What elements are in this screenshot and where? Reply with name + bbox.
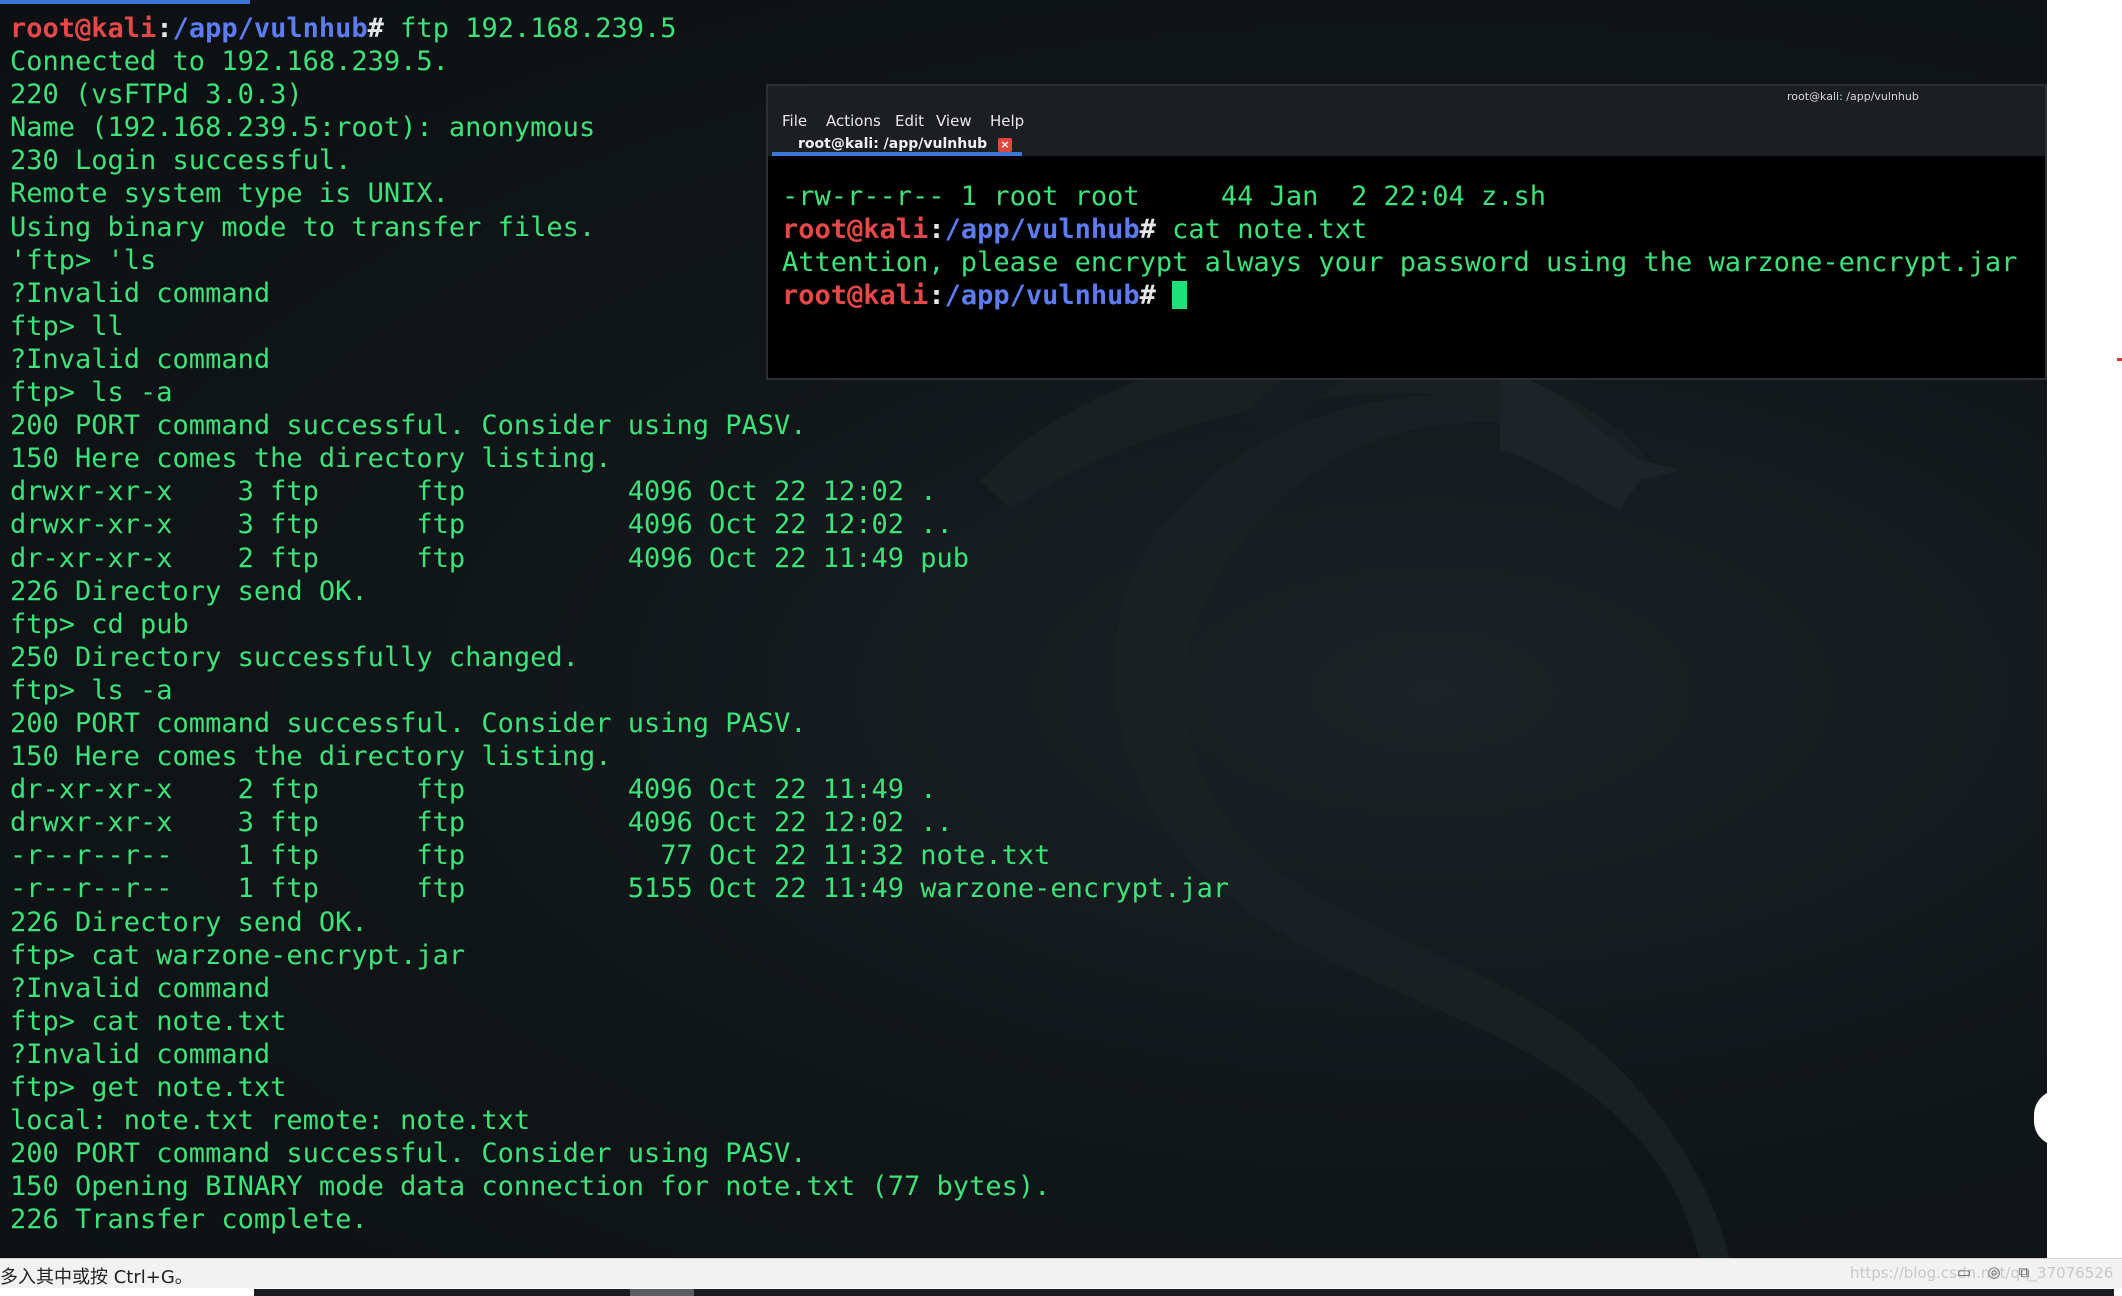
- output-line: 200 PORT command successful. Consider us…: [10, 1138, 807, 1170]
- output-line: 226 Directory send OK.: [10, 906, 368, 938]
- prompt-separator: :: [928, 280, 945, 312]
- output-line: Connected to 192.168.239.5.: [10, 46, 449, 78]
- output-line: 200 PORT command successful. Consider us…: [10, 707, 807, 739]
- output-line: dr-xr-xr-x 2 ftp ftp 4096 Oct 22 11:49 .: [10, 774, 937, 806]
- prompt-line: root@kali:/app/vulnhub# cat note.txt: [782, 213, 2017, 246]
- text-cursor: [1172, 281, 1188, 310]
- watermark-url: https://blog.csdn.net/qq_37076526: [1850, 1264, 2114, 1282]
- menu-view[interactable]: View: [936, 112, 972, 130]
- output-line: dr-xr-xr-x 2 ftp ftp 4096 Oct 22 11:49 p…: [10, 542, 970, 574]
- output-line: ftp> get note.txt: [10, 1072, 287, 1103]
- menu-actions[interactable]: Actions: [826, 112, 881, 130]
- globe-icon[interactable]: ◎: [1985, 1263, 2003, 1281]
- output-line: 150 Here comes the directory listing.: [10, 741, 612, 773]
- output-line: -r--r--r-- 1 ftp ftp 77 Oct 22 11:32 not…: [10, 840, 1051, 872]
- prompt-separator: :: [156, 13, 173, 44]
- output-line: 150 Opening BINARY mode data connection …: [10, 1171, 1051, 1203]
- output-line: ftp> cd pub: [10, 608, 189, 640]
- command-text: ftp 192.168.239.5: [383, 13, 677, 44]
- prompt-user: root@kali: [782, 214, 929, 246]
- output-line: 150 Here comes the directory listing.: [10, 443, 612, 475]
- output-line: 200 PORT command successful. Consider us…: [10, 410, 807, 442]
- prompt-line: root@kali:/app/vulnhub#: [782, 279, 2017, 312]
- prompt-user: root@kali: [10, 13, 157, 44]
- output-line: drwxr-xr-x 3 ftp ftp 4096 Oct 22 12:02 .: [10, 476, 937, 508]
- terminal-output: -rw-r--r-- 1 root root 44 Jan 2 22:04 z.…: [782, 180, 2017, 312]
- taskbar: [254, 1289, 2114, 1296]
- edge-marker: [2117, 358, 2122, 361]
- progress-indicator: [0, 0, 250, 4]
- output-line: ftp> cat note.txt: [10, 1005, 287, 1037]
- prompt-symbol: #: [1139, 214, 1156, 246]
- window-titlebar[interactable]: root@kali: /app/vulnhub: [768, 86, 2045, 106]
- prompt-path: /app/vulnhub: [172, 13, 368, 44]
- menu-bar: File Actions Edit View Help: [768, 106, 2045, 134]
- output-line: local: note.txt remote: note.txt: [10, 1105, 531, 1137]
- status-bar: 多入其中或按 Ctrl+G。 https://blog.csdn.net/qq_…: [0, 1258, 2122, 1288]
- output-line: 226 Transfer complete.: [10, 1204, 368, 1236]
- command-text: cat note.txt: [1155, 214, 1368, 246]
- output-line: -r--r--r-- 1 ftp ftp 5155 Oct 22 11:49 w…: [10, 873, 1230, 905]
- monitor-icon[interactable]: ▭: [1955, 1263, 1973, 1281]
- side-handle[interactable]: [2034, 1090, 2084, 1146]
- output-line: 226 Directory send OK.: [10, 575, 368, 607]
- terminal-window[interactable]: root@kali: /app/vulnhub File Actions Edi…: [766, 84, 2047, 380]
- output-line: ?Invalid command: [10, 1038, 271, 1070]
- output-line: drwxr-xr-x 3 ftp ftp 4096 Oct 22 12:02 .…: [10, 509, 953, 541]
- prompt-line: root@kali:/app/vulnhub# ftp 192.168.239.…: [10, 12, 1229, 45]
- output-line: ftp> ls -a: [10, 674, 173, 706]
- output-line: Attention, please encrypt always your pa…: [782, 247, 2018, 279]
- output-line: ?Invalid command: [10, 972, 271, 1004]
- prompt-user: root@kali: [782, 280, 929, 312]
- tab-label: root@kali: /app/vulnhub: [798, 136, 988, 152]
- output-line: ftp> cat warzone-encrypt.jar: [10, 939, 466, 971]
- menu-edit[interactable]: Edit: [895, 112, 924, 130]
- prompt-symbol: #: [367, 13, 384, 44]
- output-line: ftp> ls -a: [10, 377, 173, 409]
- prompt-symbol: #: [1139, 280, 1156, 312]
- close-icon[interactable]: ×: [998, 138, 1012, 152]
- output-line: drwxr-xr-x 3 ftp ftp 4096 Oct 22 12:02 .…: [10, 807, 953, 839]
- taskbar-item[interactable]: [630, 1289, 694, 1296]
- prompt-path: /app/vulnhub: [944, 280, 1140, 312]
- window-title: root@kali: /app/vulnhub: [1787, 90, 1919, 103]
- command-text: [1156, 280, 1172, 311]
- status-text: 多入其中或按 Ctrl+G。: [0, 1267, 193, 1288]
- output-line: -rw-r--r-- 1 root root 44 Jan 2 22:04 z.…: [782, 181, 1547, 212]
- tab-bar: root@kali: /app/vulnhub ×: [768, 134, 2045, 156]
- network-icon[interactable]: ⧉: [2015, 1263, 2033, 1281]
- menu-help[interactable]: Help: [990, 112, 1024, 130]
- prompt-path: /app/vulnhub: [944, 214, 1140, 246]
- output-line: 250 Directory successfully changed.: [10, 641, 579, 673]
- prompt-separator: :: [928, 214, 945, 246]
- menu-file[interactable]: File: [782, 112, 807, 130]
- tab-terminal[interactable]: root@kali: /app/vulnhub ×: [772, 134, 1022, 156]
